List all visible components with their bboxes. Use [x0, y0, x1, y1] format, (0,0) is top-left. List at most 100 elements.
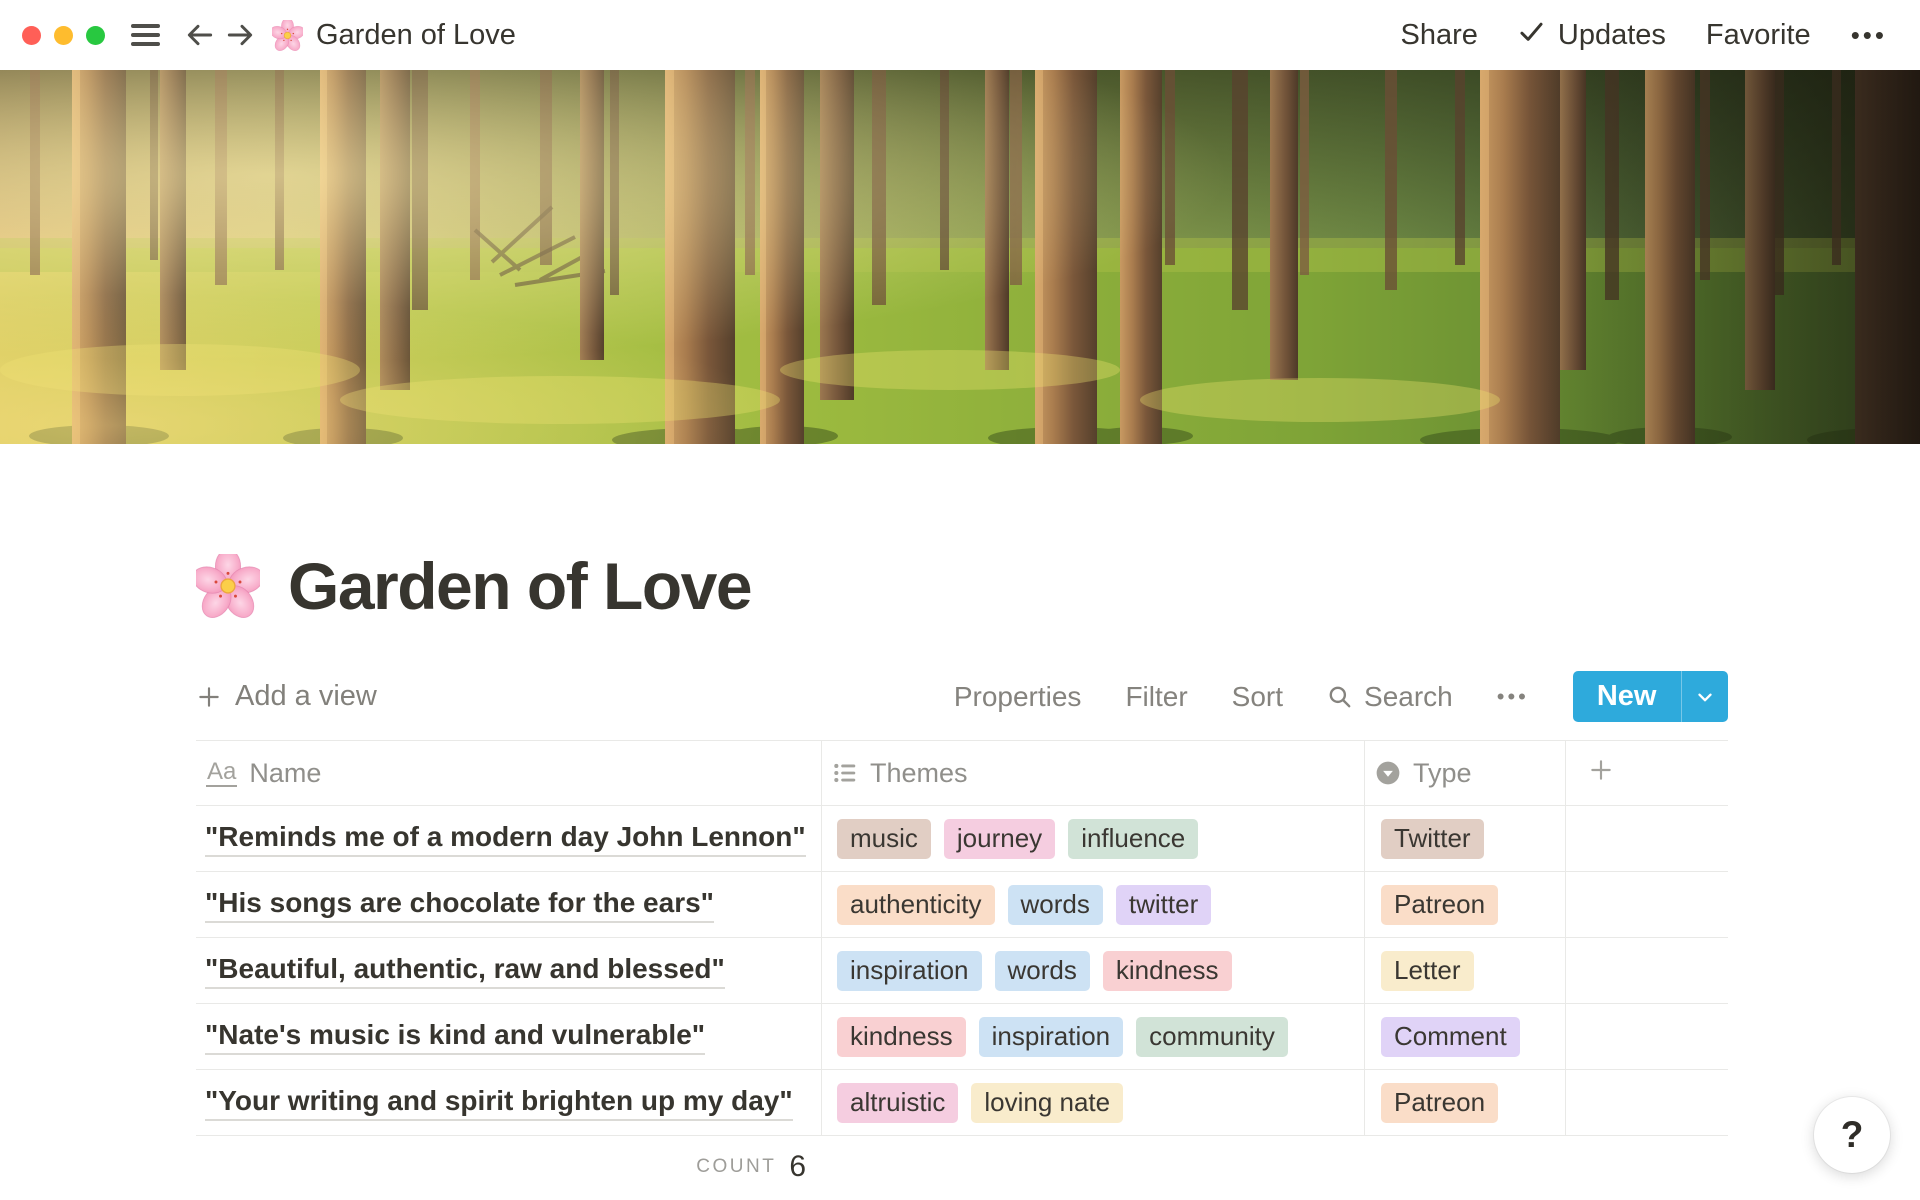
count-calculation[interactable]: COUNT 6: [196, 1136, 822, 1198]
column-header-name[interactable]: Aa Name: [196, 741, 822, 805]
tag: Twitter: [1381, 819, 1484, 859]
row-title[interactable]: "Beautiful, authentic, raw and blessed": [205, 953, 725, 989]
tag: twitter: [1116, 885, 1211, 925]
page-cover-image: [0, 70, 1920, 444]
help-button[interactable]: ?: [1814, 1097, 1890, 1173]
new-button[interactable]: New: [1573, 671, 1728, 722]
name-cell[interactable]: "His songs are chocolate for the ears": [196, 872, 822, 937]
new-button-label[interactable]: New: [1573, 671, 1681, 722]
type-cell[interactable]: Twitter: [1365, 806, 1566, 871]
name-cell[interactable]: "Reminds me of a modern day John Lennon": [196, 806, 822, 871]
count-value: 6: [789, 1150, 806, 1184]
themes-cell[interactable]: kindness inspiration community: [822, 1004, 1365, 1069]
name-cell[interactable]: "Nate's music is kind and vulnerable": [196, 1004, 822, 1069]
themes-cell[interactable]: inspiration words kindness: [822, 938, 1365, 1003]
page-header: Garden of Love: [196, 548, 751, 624]
column-type-label: Type: [1413, 758, 1472, 789]
tag: words: [1008, 885, 1103, 925]
table-row: "Reminds me of a modern day John Lennon"…: [196, 806, 1728, 872]
type-cell[interactable]: Patreon: [1365, 872, 1566, 937]
sidebar-menu-icon[interactable]: [131, 24, 160, 46]
page-title: Garden of Love: [288, 548, 751, 624]
back-button[interactable]: [184, 19, 216, 51]
table-row: "His songs are chocolate for the ears" au…: [196, 872, 1728, 938]
zoom-button[interactable]: [86, 26, 105, 45]
column-header-themes[interactable]: Themes: [822, 741, 1365, 805]
window-titlebar: Garden of Love Share Updates Favorite ••…: [0, 0, 1920, 70]
add-view-label: Add a view: [235, 680, 377, 713]
cherry-blossom-icon: [272, 20, 303, 51]
table-row: "Your writing and spirit brighten up my …: [196, 1070, 1728, 1136]
add-column-button[interactable]: [1566, 741, 1728, 805]
tag: journey: [944, 819, 1055, 859]
updates-label: Updates: [1558, 19, 1666, 52]
tag: inspiration: [979, 1017, 1124, 1057]
sort-button[interactable]: Sort: [1232, 681, 1283, 713]
row-title[interactable]: "Reminds me of a modern day John Lennon": [205, 821, 806, 857]
table-footer: COUNT 6: [196, 1136, 1728, 1198]
more-options-icon[interactable]: •••: [1851, 20, 1887, 51]
search-label: Search: [1364, 681, 1453, 713]
empty-cell: [1566, 872, 1728, 937]
empty-cell: [1566, 938, 1728, 1003]
tag: kindness: [837, 1017, 966, 1057]
breadcrumb-title: Garden of Love: [316, 19, 516, 52]
tag: influence: [1068, 819, 1198, 859]
themes-cell[interactable]: authenticity words twitter: [822, 872, 1365, 937]
forward-button[interactable]: [224, 19, 256, 51]
forest-illustration: [0, 70, 1920, 444]
search-icon: [1327, 684, 1353, 710]
plus-icon: [196, 684, 222, 710]
minimize-button[interactable]: [54, 26, 73, 45]
tag: authenticity: [837, 885, 995, 925]
updates-button[interactable]: Updates: [1518, 18, 1666, 53]
tag: community: [1136, 1017, 1288, 1057]
row-title[interactable]: "His songs are chocolate for the ears": [205, 887, 714, 923]
tag: Letter: [1381, 951, 1474, 991]
table-header-row: Aa Name Themes Type: [196, 740, 1728, 806]
empty-cell: [1566, 1004, 1728, 1069]
type-cell[interactable]: Comment: [1365, 1004, 1566, 1069]
row-title[interactable]: "Your writing and spirit brighten up my …: [205, 1085, 793, 1121]
empty-cell: [1566, 806, 1728, 871]
name-cell[interactable]: "Beautiful, authentic, raw and blessed": [196, 938, 822, 1003]
share-button[interactable]: Share: [1401, 19, 1478, 52]
page-emoji-cherry-blossom: [196, 554, 260, 618]
tag: Patreon: [1381, 885, 1498, 925]
themes-cell[interactable]: altruistic loving nate: [822, 1070, 1365, 1135]
tag: music: [837, 819, 931, 859]
row-title[interactable]: "Nate's music is kind and vulnerable": [205, 1019, 705, 1055]
type-cell[interactable]: Patreon: [1365, 1070, 1566, 1135]
column-themes-label: Themes: [870, 758, 968, 789]
tag: altruistic: [837, 1083, 958, 1123]
text-property-icon: Aa: [206, 759, 237, 787]
properties-button[interactable]: Properties: [954, 681, 1082, 713]
chevron-down-icon: [1694, 686, 1716, 708]
name-cell[interactable]: "Your writing and spirit brighten up my …: [196, 1070, 822, 1135]
count-label: COUNT: [696, 1156, 776, 1178]
column-header-type[interactable]: Type: [1365, 741, 1566, 805]
multiselect-property-icon: [832, 760, 858, 786]
tag: inspiration: [837, 951, 982, 991]
themes-cell[interactable]: music journey influence: [822, 806, 1365, 871]
database-table: Aa Name Themes Type "Reminds m: [196, 740, 1728, 1198]
breadcrumb[interactable]: Garden of Love: [272, 19, 516, 52]
search-button[interactable]: Search: [1327, 681, 1453, 713]
check-icon: [1518, 18, 1545, 53]
tag: Patreon: [1381, 1083, 1498, 1123]
tag: Comment: [1381, 1017, 1520, 1057]
table-row: "Nate's music is kind and vulnerable" kin…: [196, 1004, 1728, 1070]
tag: kindness: [1103, 951, 1232, 991]
type-cell[interactable]: Letter: [1365, 938, 1566, 1003]
table-body: "Reminds me of a modern day John Lennon"…: [196, 806, 1728, 1136]
new-dropdown-button[interactable]: [1682, 671, 1728, 722]
close-button[interactable]: [22, 26, 41, 45]
favorite-button[interactable]: Favorite: [1706, 19, 1811, 52]
tag: loving nate: [971, 1083, 1123, 1123]
add-view-button[interactable]: Add a view: [196, 680, 377, 713]
table-row: "Beautiful, authentic, raw and blessed" i…: [196, 938, 1728, 1004]
filter-button[interactable]: Filter: [1125, 681, 1187, 713]
tag: words: [995, 951, 1090, 991]
toolbar-more-icon[interactable]: •••: [1497, 684, 1529, 710]
database-toolbar: Add a view Properties Filter Sort Search…: [196, 671, 1728, 722]
